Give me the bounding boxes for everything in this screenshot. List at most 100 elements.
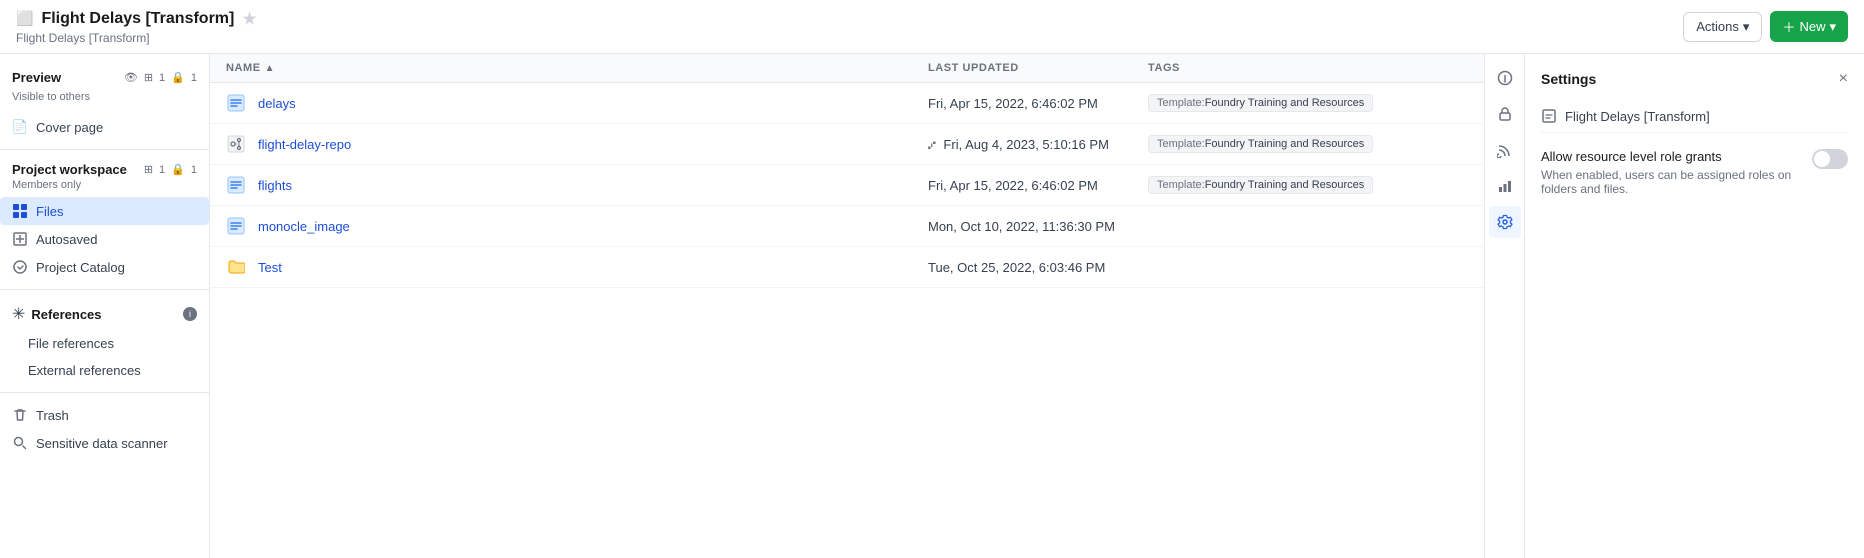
catalog-icon [12,259,28,275]
panel-icon-settings[interactable] [1489,206,1521,238]
plus-icon: ＋ [1782,17,1795,36]
file-date: Fri, Apr 15, 2022, 6:46:02 PM [928,178,1148,193]
close-icon[interactable]: × [1839,70,1848,88]
tag-badge: Template: Foundry Training and Resources [1148,94,1373,112]
new-label: New [1799,19,1825,34]
file-references-label: File references [28,336,114,351]
file-name-cell: flight-delay-repo [226,134,928,154]
content-area: NAME ▲ LAST UPDATED TAGS delays [210,54,1484,558]
sidebar: Preview 👁 ⊞ 1 🔒 1 Visible to others 📄 Co… [0,54,210,558]
references-header: ✳ References i [0,298,209,330]
sidebar-item-cover-page[interactable]: 📄 Cover page [0,113,209,141]
workspace-subtitle: Members only [0,179,209,191]
references-label: References [31,307,101,322]
sidebar-item-files[interactable]: Files [0,197,209,225]
trash-label: Trash [36,408,69,423]
file-tags: Template: Foundry Training and Resources [1148,176,1428,194]
table-row[interactable]: monocle_image Mon, Oct 10, 2022, 11:36:3… [210,206,1484,247]
table-row[interactable]: Test Tue, Oct 25, 2022, 6:03:46 PM [210,247,1484,288]
repo-icon-small: ⑇ [928,137,936,152]
workspace-title: Project workspace [12,162,127,177]
chevron-down-icon: ▾ [1829,19,1836,35]
settings-header: Settings × [1541,70,1848,88]
autosaved-icon [12,231,28,247]
eye-icon[interactable]: 👁 [124,71,138,84]
preview-title: Preview [12,70,61,85]
project-catalog-label: Project Catalog [36,260,125,275]
sidebar-item-project-catalog[interactable]: Project Catalog [0,253,209,281]
col-header-name[interactable]: NAME ▲ [226,62,928,74]
table-row[interactable]: delays Fri, Apr 15, 2022, 6:46:02 PM Tem… [210,83,1484,124]
sidebar-divider-2 [0,289,209,290]
references-info-icon[interactable]: i [183,307,197,321]
preview-visible-label: Visible to others [0,91,209,103]
panel-icon-info[interactable] [1489,62,1521,94]
sidebar-item-trash[interactable]: Trash [0,401,209,429]
panel-icon-feed[interactable] [1489,134,1521,166]
files-icon [12,203,28,219]
repo-icon [226,134,246,154]
workspace-table-count: 1 [159,164,165,176]
panel-icon-lock[interactable] [1489,98,1521,130]
tag-badge: Template: Foundry Training and Resources [1148,135,1373,153]
actions-button[interactable]: Actions ▾ [1683,12,1762,42]
preview-section: Preview 👁 ⊞ 1 🔒 1 [0,66,209,89]
preview-icons: 👁 ⊞ 1 🔒 1 [124,71,197,84]
sidebar-divider-1 [0,149,209,150]
workspace-icons: ⊞ 1 🔒 1 [144,163,197,176]
files-label: Files [36,204,63,219]
header-actions: Actions ▾ ＋ New ▾ [1683,11,1848,42]
main-layout: Preview 👁 ⊞ 1 🔒 1 Visible to others 📄 Co… [0,54,1864,558]
settings-option-text: Allow resource level role grants When en… [1541,149,1800,196]
panel-icon-chart[interactable] [1489,170,1521,202]
file-date: Tue, Oct 25, 2022, 6:03:46 PM [928,260,1148,275]
panel-icon-strip [1485,54,1525,558]
col-header-tags: TAGS [1148,62,1428,74]
option-title: Allow resource level role grants [1541,149,1800,164]
external-references-label: External references [28,363,141,378]
breadcrumb: Flight Delays [Transform] [16,31,257,45]
lock-icon: 🔒 [171,71,185,84]
table-row[interactable]: flight-delay-repo ⑇ Fri, Aug 4, 2023, 5:… [210,124,1484,165]
preview-lock-count: 1 [191,72,197,84]
cover-page-label: Cover page [36,120,103,135]
role-grants-toggle[interactable] [1812,149,1848,169]
workspace-lock-count: 1 [191,164,197,176]
workspace-table-icon: ⊞ [144,163,153,176]
trash-icon [12,407,28,423]
file-date: ⑇ Fri, Aug 4, 2023, 5:10:16 PM [928,137,1148,152]
sidebar-item-autosaved[interactable]: Autosaved [0,225,209,253]
sort-arrow-icon: ▲ [265,63,275,74]
settings-item-label: Flight Delays [Transform] [1565,109,1710,124]
autosaved-label: Autosaved [36,232,97,247]
settings-title: Settings [1541,71,1596,87]
file-date: Mon, Oct 10, 2022, 11:36:30 PM [928,219,1148,234]
sidebar-item-file-references[interactable]: File references [0,330,209,357]
table-row[interactable]: flights Fri, Apr 15, 2022, 6:46:02 PM Te… [210,165,1484,206]
panel-settings-content: Settings × Flight Delays [Transform] All… [1525,54,1864,558]
sidebar-item-external-references[interactable]: External references [0,357,209,384]
file-name-cell: delays [226,93,928,113]
file-name-cell: Test [226,257,928,277]
book-icon: 📄 [12,119,28,135]
new-button[interactable]: ＋ New ▾ [1770,11,1848,42]
col-header-updated: LAST UPDATED [928,62,1148,74]
header-left: ⬜ Flight Delays [Transform] ★ Flight Del… [16,9,257,45]
tag-badge: Template: Foundry Training and Resources [1148,176,1373,194]
file-date: Fri, Apr 15, 2022, 6:46:02 PM [928,96,1148,111]
right-panel: Settings × Flight Delays [Transform] All… [1484,54,1864,558]
sidebar-item-sensitive-data[interactable]: Sensitive data scanner [0,429,209,457]
file-name: flight-delay-repo [258,137,351,152]
search-icon [12,435,28,451]
file-name-cell: monocle_image [226,216,928,236]
asterisk-icon: ✳ [12,304,25,324]
file-name: flights [258,178,292,193]
image-icon [226,216,246,236]
table-icon: ⊞ [144,71,153,84]
right-panel-inner: Settings × Flight Delays [Transform] All… [1485,54,1864,558]
folder-icon [226,257,246,277]
star-icon[interactable]: ★ [242,9,256,29]
file-table: NAME ▲ LAST UPDATED TAGS delays [210,54,1484,558]
file-tags: Template: Foundry Training and Resources [1148,135,1428,153]
settings-item-name: Flight Delays [Transform] [1541,100,1848,133]
